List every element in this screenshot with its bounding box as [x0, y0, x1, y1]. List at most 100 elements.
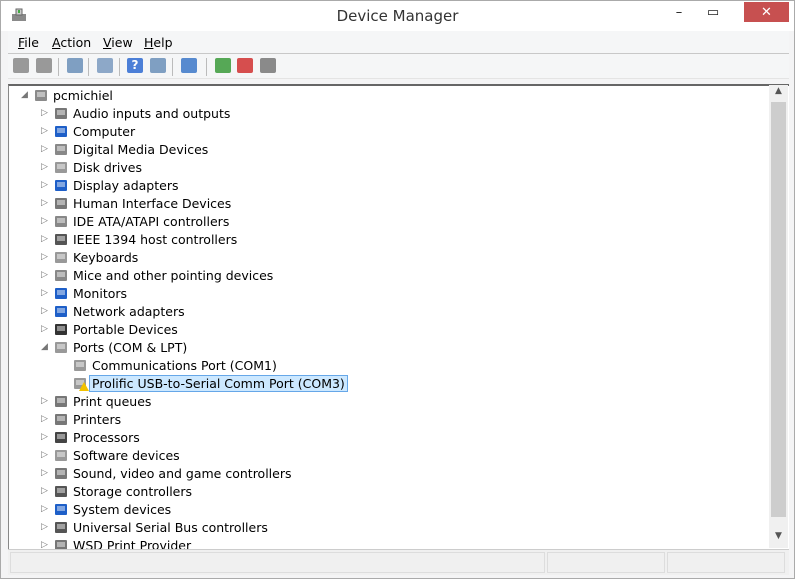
expand-arrow-icon[interactable]: ▷	[41, 216, 49, 226]
back-button[interactable]	[13, 58, 31, 75]
uninstall-device-button[interactable]	[260, 58, 278, 75]
portable-device-icon	[53, 322, 69, 337]
expand-arrow-icon[interactable]: ▷	[41, 396, 49, 406]
expand-arrow-icon[interactable]: ▷	[41, 108, 49, 118]
display-adapter-icon	[53, 178, 69, 193]
tree-category[interactable]: ▷ System devices	[9, 501, 769, 519]
menu-view[interactable]: View	[103, 35, 133, 50]
tree-item-label: Sound, video and game controllers	[73, 466, 292, 481]
expand-arrow-icon[interactable]: ▷	[41, 306, 49, 316]
tree-category[interactable]: ▷ Network adapters	[9, 303, 769, 321]
minimize-button[interactable]: –	[664, 2, 694, 22]
tree-category[interactable]: ▷ WSD Print Provider	[9, 537, 769, 549]
processor-icon	[53, 430, 69, 445]
scan-hardware-changes-button[interactable]	[181, 58, 199, 75]
expand-arrow-icon[interactable]: ▷	[41, 486, 49, 496]
tree-category[interactable]: ▷ Printers	[9, 411, 769, 429]
tree-category[interactable]: ▷ Computer	[9, 123, 769, 141]
tree-item-label: Prolific USB-to-Serial Comm Port (COM3)	[89, 375, 348, 392]
expand-arrow-icon[interactable]: ▷	[41, 144, 49, 154]
tree-item-label: System devices	[73, 502, 172, 517]
tree-category[interactable]: ▷ Mice and other pointing devices	[9, 267, 769, 285]
device-tree[interactable]: ◢ pcmichiel ▷ Audio inputs and outputs ▷ Comp…	[8, 84, 789, 549]
tree-item-label: Universal Serial Bus controllers	[73, 520, 268, 535]
expand-arrow-icon[interactable]: ▷	[41, 288, 49, 298]
expand-arrow-icon[interactable]: ▷	[41, 162, 49, 172]
tree-category[interactable]: ▷ Processors	[9, 429, 769, 447]
properties-button[interactable]	[97, 58, 115, 75]
tree-item-label: Display adapters	[73, 178, 179, 193]
tree-category[interactable]: ▷ Storage controllers	[9, 483, 769, 501]
expand-arrow-icon[interactable]: ▷	[41, 180, 49, 190]
tree-category[interactable]: ▷ Digital Media Devices	[9, 141, 769, 159]
expand-arrow-icon[interactable]: ▷	[41, 450, 49, 460]
expand-arrow-icon[interactable]: ▷	[41, 540, 49, 549]
tree-category[interactable]: ▷ Audio inputs and outputs	[9, 105, 769, 123]
tree-category[interactable]: ▷ IDE ATA/ATAPI controllers	[9, 213, 769, 231]
forward-button[interactable]	[36, 58, 54, 75]
menu-bar: File Action View Help	[8, 31, 789, 54]
expand-arrow-icon[interactable]: ▷	[41, 198, 49, 208]
ide-controller-icon	[53, 214, 69, 229]
tree-category[interactable]: ▷ Disk drives	[9, 159, 769, 177]
tree-category[interactable]: ▷ Keyboards	[9, 249, 769, 267]
update-driver-button[interactable]	[215, 58, 233, 75]
expand-arrow-icon[interactable]: ▷	[41, 504, 49, 514]
expand-arrow-icon[interactable]: ▷	[41, 126, 49, 136]
expand-arrow-icon[interactable]: ▷	[41, 252, 49, 262]
title-bar[interactable]: Device Manager – ▭ ✕	[1, 1, 794, 31]
tree-category[interactable]: ▷ Portable Devices	[9, 321, 769, 339]
help-button[interactable]: ?	[127, 58, 145, 75]
tree-category[interactable]: ▷ IEEE 1394 host controllers	[9, 231, 769, 249]
collapse-arrow-icon[interactable]: ◢	[21, 90, 29, 100]
computer-icon	[33, 88, 49, 103]
disk-drive-icon	[53, 160, 69, 175]
vertical-scrollbar[interactable]: ▲ ▼	[769, 85, 788, 548]
speaker-icon	[53, 106, 69, 121]
status-pane-main	[10, 552, 545, 573]
tree-category[interactable]: ▷ Monitors	[9, 285, 769, 303]
tree-device[interactable]: Prolific USB-to-Serial Comm Port (COM3)	[9, 375, 769, 393]
printer-icon	[53, 412, 69, 427]
printer-icon	[53, 394, 69, 409]
tree-category[interactable]: ▷ Sound, video and game controllers	[9, 465, 769, 483]
expand-arrow-icon[interactable]: ▷	[41, 324, 49, 334]
tree-item-label: Human Interface Devices	[73, 196, 232, 211]
tree-root-pcmichiel[interactable]: ◢ pcmichiel	[9, 87, 769, 105]
forward-icon	[36, 58, 52, 73]
show-hide-console-tree-button[interactable]	[67, 58, 85, 75]
collapse-arrow-icon[interactable]: ◢	[41, 342, 49, 352]
disable-device-button[interactable]	[237, 58, 255, 75]
tree-item-label: IDE ATA/ATAPI controllers	[73, 214, 230, 229]
menu-help[interactable]: Help	[144, 35, 173, 50]
tree-device[interactable]: Communications Port (COM1)	[9, 357, 769, 375]
tree-item-label: Disk drives	[73, 160, 142, 175]
tree-item-label: Keyboards	[73, 250, 139, 265]
scrollbar-thumb[interactable]	[771, 102, 786, 517]
tree-category[interactable]: ▷ Display adapters	[9, 177, 769, 195]
monitor-icon	[53, 286, 69, 301]
tree-category[interactable]: ▷ Print queues	[9, 393, 769, 411]
expand-arrow-icon[interactable]: ▷	[41, 414, 49, 424]
close-button[interactable]: ✕	[744, 2, 789, 22]
action-pane-button[interactable]	[150, 58, 168, 75]
storage-controller-icon	[53, 484, 69, 499]
expand-arrow-icon[interactable]: ▷	[41, 468, 49, 478]
expand-arrow-icon[interactable]: ▷	[41, 522, 49, 532]
tree-category[interactable]: ▷ Human Interface Devices	[9, 195, 769, 213]
scroll-down-arrow-icon[interactable]: ▼	[769, 531, 788, 547]
tree-category[interactable]: ▷ Universal Serial Bus controllers	[9, 519, 769, 537]
scroll-up-arrow-icon[interactable]: ▲	[769, 86, 788, 102]
menu-action[interactable]: Action	[52, 35, 91, 50]
expand-arrow-icon[interactable]: ▷	[41, 432, 49, 442]
ieee1394-icon	[53, 232, 69, 247]
maximize-button[interactable]: ▭	[698, 2, 728, 22]
expand-arrow-icon[interactable]: ▷	[41, 270, 49, 280]
status-pane-2	[547, 552, 665, 573]
tree-category[interactable]: ◢ Ports (COM & LPT)	[9, 339, 769, 357]
expand-arrow-icon[interactable]: ▷	[41, 234, 49, 244]
tree-category[interactable]: ▷ Software devices	[9, 447, 769, 465]
menu-file[interactable]: File	[18, 35, 39, 50]
printer-icon	[53, 538, 69, 549]
uninstall-device-icon	[260, 58, 276, 73]
